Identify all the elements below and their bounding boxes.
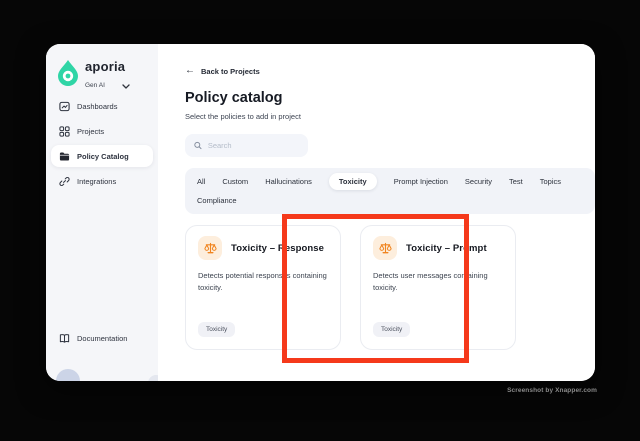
sidebar-item-label: Documentation <box>77 333 128 343</box>
tab-compliance[interactable]: Compliance <box>197 192 237 209</box>
tab-test[interactable]: Test <box>509 173 523 190</box>
tab-custom[interactable]: Custom <box>222 173 248 190</box>
sidebar-item-integrations[interactable]: Integrations <box>51 170 153 192</box>
search-box[interactable] <box>185 134 308 157</box>
tab-prompt-injection[interactable]: Prompt Injection <box>394 173 448 190</box>
sidebar-nav: Dashboards Projects Policy Catalog Integ… <box>51 95 153 192</box>
avatar-bubble[interactable] <box>56 369 80 381</box>
arrow-left-icon: ← <box>185 65 195 76</box>
toxicity-scale-icon <box>373 236 397 260</box>
link-icon <box>59 176 70 186</box>
dashboards-icon <box>59 101 70 111</box>
brand-name: aporia <box>85 59 126 74</box>
tab-toxicity[interactable]: Toxicity <box>328 173 377 190</box>
tab-security[interactable]: Security <box>465 173 492 190</box>
main-content: ← Back to Projects Policy catalog Select… <box>158 44 595 381</box>
projects-icon <box>59 125 70 137</box>
policy-card-toxicity-prompt[interactable]: Toxicity – Prompt Detects user messages … <box>360 225 516 350</box>
filter-tabs: All Custom Hallucinations Toxicity Promp… <box>185 168 595 214</box>
workspace-switcher[interactable]: aporia Gen AI <box>58 60 130 94</box>
folder-icon <box>59 151 70 161</box>
card-title: Toxicity – Response <box>231 242 325 254</box>
sidebar-item-dashboards[interactable]: Dashboards <box>51 95 153 117</box>
sidebar-item-label: Dashboards <box>77 101 118 111</box>
tab-topics[interactable]: Topics <box>540 173 561 190</box>
card-description: Detects potential responses containing t… <box>198 271 327 292</box>
sidebar-item-policy-catalog[interactable]: Policy Catalog <box>51 145 153 167</box>
sidebar-item-label: Integrations <box>77 176 117 186</box>
aporia-logo-icon <box>58 60 78 91</box>
app-window: aporia Gen AI Dashboards Projects Policy… <box>46 44 595 381</box>
book-icon <box>59 333 70 343</box>
sidebar: aporia Gen AI Dashboards Projects Policy… <box>46 44 158 381</box>
search-icon <box>194 141 202 150</box>
toxicity-scale-icon <box>198 236 222 260</box>
page-title: Policy catalog <box>185 90 283 106</box>
sidebar-item-projects[interactable]: Projects <box>51 120 153 142</box>
back-link-label: Back to Projects <box>201 66 260 76</box>
sidebar-item-documentation[interactable]: Documentation <box>51 327 153 349</box>
sidebar-item-label: Projects <box>77 126 105 136</box>
chevron-down-icon[interactable] <box>122 76 130 94</box>
xnapper-watermark: Screenshot by Xnapper.com <box>507 387 597 394</box>
workspace-name: Gen AI <box>85 81 105 89</box>
tab-hallucinations[interactable]: Hallucinations <box>265 173 312 190</box>
back-to-projects-link[interactable]: ← Back to Projects <box>185 66 260 76</box>
card-tag: Toxicity <box>373 322 411 337</box>
search-input[interactable] <box>207 141 299 150</box>
card-tag: Toxicity <box>198 322 236 337</box>
tab-all[interactable]: All <box>197 173 205 190</box>
policy-card-toxicity-response[interactable]: Toxicity – Response Detects potential re… <box>185 225 341 350</box>
card-description: Detects user messages containing toxicit… <box>373 271 488 292</box>
card-title: Toxicity – Prompt <box>406 242 487 254</box>
page-subtitle: Select the policies to add in project <box>185 112 301 121</box>
sidebar-item-label: Policy Catalog <box>77 151 129 161</box>
